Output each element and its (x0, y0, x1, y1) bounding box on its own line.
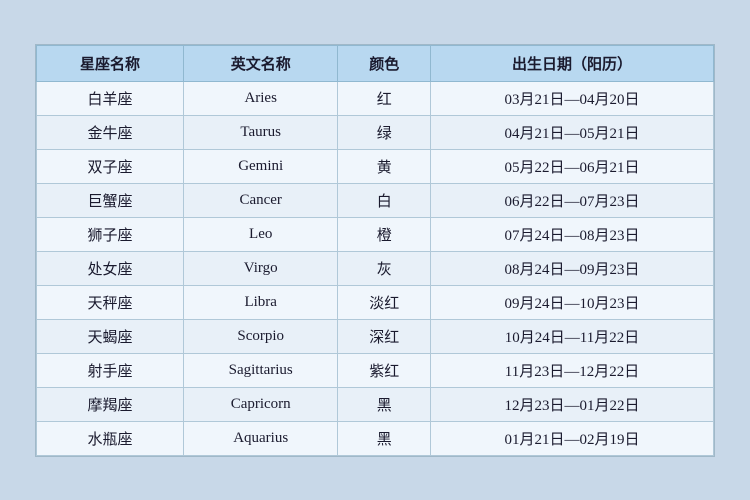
zodiac-table: 星座名称 英文名称 颜色 出生日期（阳历） 白羊座Aries红03月21日—04… (36, 45, 714, 456)
cell-row10-col3: 01月21日—02月19日 (430, 421, 713, 455)
cell-row9-col2: 黑 (338, 387, 431, 421)
table-row: 水瓶座Aquarius黑01月21日—02月19日 (37, 421, 714, 455)
cell-row3-col3: 06月22日—07月23日 (430, 183, 713, 217)
cell-row5-col2: 灰 (338, 251, 431, 285)
cell-row1-col1: Taurus (183, 115, 337, 149)
table-row: 天蝎座Scorpio深红10月24日—11月22日 (37, 319, 714, 353)
cell-row2-col3: 05月22日—06月21日 (430, 149, 713, 183)
table-header-row: 星座名称 英文名称 颜色 出生日期（阳历） (37, 45, 714, 81)
cell-row1-col0: 金牛座 (37, 115, 184, 149)
cell-row3-col2: 白 (338, 183, 431, 217)
cell-row5-col3: 08月24日—09月23日 (430, 251, 713, 285)
cell-row0-col2: 红 (338, 81, 431, 115)
cell-row10-col1: Aquarius (183, 421, 337, 455)
cell-row4-col0: 狮子座 (37, 217, 184, 251)
cell-row9-col1: Capricorn (183, 387, 337, 421)
col-header-english-name: 英文名称 (183, 45, 337, 81)
cell-row8-col1: Sagittarius (183, 353, 337, 387)
cell-row6-col2: 淡红 (338, 285, 431, 319)
cell-row0-col0: 白羊座 (37, 81, 184, 115)
cell-row8-col2: 紫红 (338, 353, 431, 387)
table-row: 狮子座Leo橙07月24日—08月23日 (37, 217, 714, 251)
cell-row8-col0: 射手座 (37, 353, 184, 387)
cell-row3-col0: 巨蟹座 (37, 183, 184, 217)
table-row: 摩羯座Capricorn黑12月23日—01月22日 (37, 387, 714, 421)
cell-row2-col0: 双子座 (37, 149, 184, 183)
cell-row1-col2: 绿 (338, 115, 431, 149)
table-row: 巨蟹座Cancer白06月22日—07月23日 (37, 183, 714, 217)
cell-row4-col2: 橙 (338, 217, 431, 251)
col-header-chinese-name: 星座名称 (37, 45, 184, 81)
cell-row9-col0: 摩羯座 (37, 387, 184, 421)
cell-row8-col3: 11月23日—12月22日 (430, 353, 713, 387)
table-row: 天秤座Libra淡红09月24日—10月23日 (37, 285, 714, 319)
cell-row7-col2: 深红 (338, 319, 431, 353)
cell-row1-col3: 04月21日—05月21日 (430, 115, 713, 149)
cell-row0-col3: 03月21日—04月20日 (430, 81, 713, 115)
cell-row5-col1: Virgo (183, 251, 337, 285)
table-row: 处女座Virgo灰08月24日—09月23日 (37, 251, 714, 285)
cell-row7-col1: Scorpio (183, 319, 337, 353)
cell-row3-col1: Cancer (183, 183, 337, 217)
cell-row7-col3: 10月24日—11月22日 (430, 319, 713, 353)
cell-row7-col0: 天蝎座 (37, 319, 184, 353)
cell-row4-col1: Leo (183, 217, 337, 251)
cell-row0-col1: Aries (183, 81, 337, 115)
cell-row6-col1: Libra (183, 285, 337, 319)
cell-row10-col0: 水瓶座 (37, 421, 184, 455)
cell-row4-col3: 07月24日—08月23日 (430, 217, 713, 251)
cell-row2-col2: 黄 (338, 149, 431, 183)
table-row: 双子座Gemini黄05月22日—06月21日 (37, 149, 714, 183)
zodiac-table-container: 星座名称 英文名称 颜色 出生日期（阳历） 白羊座Aries红03月21日—04… (35, 44, 715, 457)
col-header-date: 出生日期（阳历） (430, 45, 713, 81)
cell-row5-col0: 处女座 (37, 251, 184, 285)
table-row: 白羊座Aries红03月21日—04月20日 (37, 81, 714, 115)
cell-row10-col2: 黑 (338, 421, 431, 455)
cell-row9-col3: 12月23日—01月22日 (430, 387, 713, 421)
cell-row6-col3: 09月24日—10月23日 (430, 285, 713, 319)
cell-row2-col1: Gemini (183, 149, 337, 183)
table-row: 射手座Sagittarius紫红11月23日—12月22日 (37, 353, 714, 387)
cell-row6-col0: 天秤座 (37, 285, 184, 319)
col-header-color: 颜色 (338, 45, 431, 81)
table-row: 金牛座Taurus绿04月21日—05月21日 (37, 115, 714, 149)
table-body: 白羊座Aries红03月21日—04月20日金牛座Taurus绿04月21日—0… (37, 81, 714, 455)
